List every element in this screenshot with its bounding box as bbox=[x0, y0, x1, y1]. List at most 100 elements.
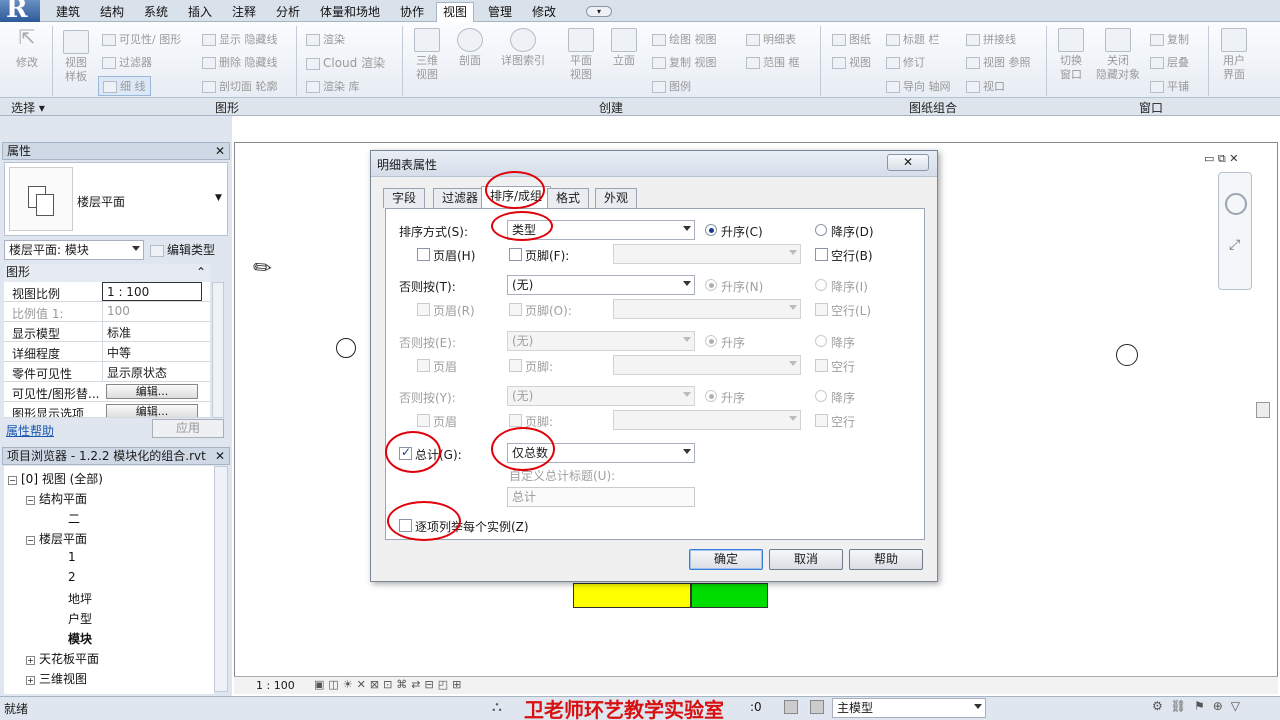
sort-footer-checkbox[interactable] bbox=[509, 248, 522, 261]
then-by-3-select[interactable]: (无) bbox=[507, 386, 695, 406]
close-hidden-button[interactable]: 关闭 隐藏对象 bbox=[1092, 28, 1144, 82]
cloud-render-button[interactable]: Cloud 渲染 bbox=[306, 54, 385, 71]
design-options-icon[interactable] bbox=[784, 700, 798, 714]
elevation-button[interactable]: 立面 bbox=[606, 28, 642, 68]
then-by-2-blank-line-checkbox[interactable] bbox=[815, 359, 828, 372]
remove-hidden-lines-button[interactable]: 删除 隐藏线 bbox=[202, 54, 278, 70]
close-icon[interactable]: ✕ bbox=[887, 154, 929, 171]
tab-formatting[interactable]: 格式 bbox=[547, 188, 590, 208]
visibility-graphics-button[interactable]: 可见性/ 图形 bbox=[102, 31, 181, 47]
drafting-view-button[interactable]: 绘图 视图 bbox=[652, 31, 717, 47]
modify-button[interactable]: ⇱ 修改 bbox=[10, 27, 44, 70]
custom-total-title-input[interactable]: 总计 bbox=[507, 487, 695, 507]
render-button[interactable]: 渲染 bbox=[306, 31, 345, 47]
tab-architecture[interactable]: 建筑 bbox=[50, 3, 86, 22]
then-by-2-footer-select[interactable] bbox=[613, 355, 801, 375]
navigation-bar[interactable]: ⤢ bbox=[1218, 172, 1252, 290]
instance-selector[interactable]: 楼层平面: 模块 bbox=[4, 240, 144, 260]
duplicate-view-button[interactable]: 复制 视图 bbox=[652, 54, 717, 70]
close-icon[interactable]: ✕ bbox=[215, 448, 225, 464]
properties-help-link[interactable]: 属性帮助 bbox=[6, 422, 54, 439]
worksets-icon[interactable]: ⛬ bbox=[492, 699, 502, 715]
3d-view-button[interactable]: 三维 视图 bbox=[408, 28, 446, 82]
then-by-1-footer-checkbox[interactable] bbox=[509, 303, 522, 316]
tree-node-ceiling-plans[interactable]: + 天花板平面 bbox=[26, 650, 99, 667]
then-by-3-header-checkbox[interactable] bbox=[417, 414, 430, 427]
tree-node-3d-views[interactable]: + 三维视图 bbox=[26, 670, 87, 687]
ribbon-minimize-icon[interactable]: ▾ bbox=[586, 6, 612, 17]
sort-header-checkbox[interactable] bbox=[417, 248, 430, 261]
filters-button[interactable]: 过滤器 bbox=[102, 54, 152, 70]
switch-windows-button[interactable]: 切换 窗口 bbox=[1052, 28, 1090, 82]
tab-filter[interactable]: 过滤器 bbox=[433, 188, 488, 208]
browser-scrollbar[interactable] bbox=[214, 466, 228, 692]
then-by-1-ascending-radio[interactable] bbox=[705, 279, 717, 291]
thin-lines-button[interactable]: 细 线 bbox=[98, 76, 151, 96]
properties-scrollbar[interactable] bbox=[212, 282, 224, 418]
properties-section-graphics[interactable]: 图形 ⌃ bbox=[4, 264, 210, 282]
user-interface-button[interactable]: 用户 界面 bbox=[1214, 28, 1254, 82]
tab-systems[interactable]: 系统 bbox=[138, 3, 174, 22]
cascade-button[interactable]: 层叠 bbox=[1150, 54, 1189, 70]
then-by-2-select[interactable]: (无) bbox=[507, 331, 695, 351]
close-icon[interactable]: ✕ bbox=[215, 143, 225, 159]
sort-footer-select[interactable] bbox=[613, 244, 801, 264]
plan-view-button[interactable]: 平面 视图 bbox=[562, 28, 600, 82]
then-by-2-header-checkbox[interactable] bbox=[417, 359, 430, 372]
render-gallery-button[interactable]: 渲染 库 bbox=[306, 78, 360, 94]
revisions-button[interactable]: 修订 bbox=[886, 54, 925, 70]
tree-node[interactable]: 地坪 bbox=[68, 590, 92, 607]
sort-ascending-radio[interactable] bbox=[705, 224, 717, 236]
sort-descending-radio[interactable] bbox=[815, 224, 827, 236]
edit-type-button[interactable]: 编辑类型 bbox=[150, 241, 215, 258]
then-by-2-descending-radio[interactable] bbox=[815, 335, 827, 347]
view-reference-button[interactable]: 视图 参照 bbox=[966, 54, 1031, 70]
legends-button[interactable]: 图例 bbox=[652, 78, 691, 94]
main-model-select[interactable]: 主模型 bbox=[832, 698, 986, 718]
tile-button[interactable]: 平铺 bbox=[1150, 78, 1189, 94]
replicate-button[interactable]: 复制 bbox=[1150, 31, 1189, 47]
then-by-3-footer-checkbox[interactable] bbox=[509, 414, 522, 427]
editable-only-icon[interactable] bbox=[810, 700, 824, 714]
tab-annotate[interactable]: 注释 bbox=[226, 3, 262, 22]
then-by-1-select[interactable]: (无) bbox=[507, 275, 695, 295]
tab-collaborate[interactable]: 协作 bbox=[394, 3, 430, 22]
tree-node[interactable]: 1 bbox=[68, 550, 76, 564]
tree-node-views[interactable]: − [0] 视图 (全部) bbox=[8, 470, 103, 487]
cancel-button[interactable]: 取消 bbox=[769, 549, 843, 570]
elevation-marker-icon[interactable] bbox=[336, 338, 356, 358]
tab-analyze[interactable]: 分析 bbox=[270, 3, 306, 22]
view-button[interactable]: 视图 bbox=[832, 54, 871, 70]
ok-button[interactable]: 确定 bbox=[689, 549, 763, 570]
tree-node-structural-plans[interactable]: − 结构平面 bbox=[26, 490, 87, 507]
tab-insert[interactable]: 插入 bbox=[182, 3, 218, 22]
tab-modify[interactable]: 修改 bbox=[526, 3, 562, 22]
graphic-display-edit-button[interactable]: 编辑... bbox=[106, 404, 198, 417]
schedules-button[interactable]: 明细表 bbox=[746, 31, 796, 47]
tab-fields[interactable]: 字段 bbox=[383, 188, 426, 208]
then-by-2-ascending-radio[interactable] bbox=[705, 335, 717, 347]
tab-structure[interactable]: 结构 bbox=[94, 3, 130, 22]
then-by-3-descending-radio[interactable] bbox=[815, 390, 827, 402]
steering-wheel-icon[interactable] bbox=[1225, 193, 1247, 215]
view-control-icons[interactable]: ▣◫☀✕⊠⊡⌘⇄⊟◰⊞ bbox=[314, 678, 465, 691]
then-by-1-header-checkbox[interactable] bbox=[417, 303, 430, 316]
sheet-button[interactable]: 图纸 bbox=[832, 31, 871, 47]
view-scale[interactable]: 1 : 100 bbox=[256, 679, 295, 692]
detail-level-value[interactable]: 中等 bbox=[102, 342, 202, 361]
type-selector[interactable]: 楼层平面 ▼ bbox=[4, 162, 228, 236]
tree-node[interactable]: 户型 bbox=[68, 610, 92, 627]
display-model-value[interactable]: 标准 bbox=[102, 322, 202, 341]
then-by-3-ascending-radio[interactable] bbox=[705, 390, 717, 402]
apply-button[interactable]: 应用 bbox=[152, 419, 224, 438]
tab-view[interactable]: 视图 bbox=[436, 2, 475, 23]
title-block-button[interactable]: 标题 栏 bbox=[886, 31, 940, 47]
viewports-button[interactable]: 视口 bbox=[966, 78, 1005, 94]
view-template-button[interactable]: 视图 样板 bbox=[58, 30, 94, 84]
tab-massing-site[interactable]: 体量和场地 bbox=[314, 3, 386, 22]
cut-profile-button[interactable]: 剖切面 轮廓 bbox=[202, 78, 278, 94]
then-by-1-blank-line-checkbox[interactable] bbox=[815, 303, 828, 316]
then-by-1-descending-radio[interactable] bbox=[815, 279, 827, 291]
tree-node[interactable]: 2 bbox=[68, 570, 76, 584]
help-button[interactable]: 帮助 bbox=[849, 549, 923, 570]
